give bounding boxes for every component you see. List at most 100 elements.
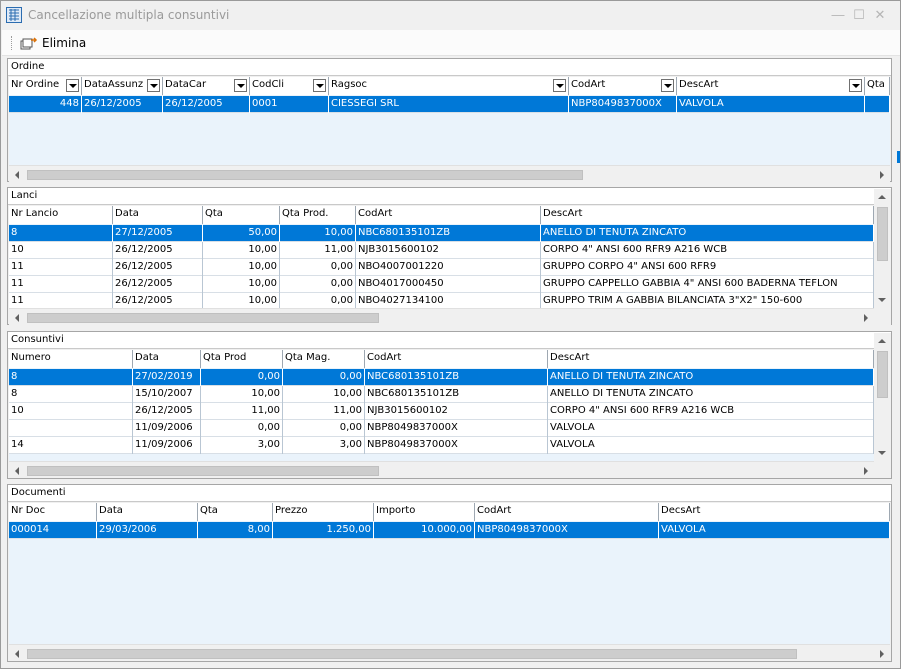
scroll-thumb[interactable] <box>27 466 379 476</box>
table-row[interactable]: 8 27/02/2019 0,00 0,00 NBC680135101ZB AN… <box>9 369 874 386</box>
col-header-descart[interactable]: DescArt <box>548 350 874 368</box>
filter-dropdown-icon[interactable] <box>553 79 566 92</box>
col-header-descart[interactable]: DescArt <box>541 206 874 224</box>
filter-dropdown-icon[interactable] <box>147 79 160 92</box>
table-row[interactable]: 8 15/10/2007 10,00 10,00 NBC680135101ZB … <box>9 386 874 403</box>
documenti-hscrollbar[interactable] <box>9 644 890 661</box>
cell-data: 27/02/2019 <box>133 369 201 386</box>
col-header-datacar[interactable]: DataCar <box>163 77 250 95</box>
close-icon[interactable]: ✕ <box>869 5 891 25</box>
maximize-icon[interactable]: ☐ <box>848 5 870 25</box>
filter-dropdown-icon[interactable] <box>234 79 247 92</box>
col-header-qta[interactable]: Qta <box>198 503 273 521</box>
table-row[interactable]: 10 26/12/2005 11,00 11,00 NJB3015600102 … <box>9 403 874 420</box>
table-row[interactable]: 11 26/12/2005 10,00 0,00 NBO4007001220 G… <box>9 259 874 276</box>
col-header-prezzo[interactable]: Prezzo <box>273 503 374 521</box>
col-header-data[interactable]: Data <box>113 206 203 224</box>
window-title: Cancellazione multipla consuntivi <box>28 8 230 22</box>
scroll-right-icon[interactable] <box>873 645 890 662</box>
scroll-down-icon[interactable] <box>874 291 891 308</box>
col-header-codcli[interactable]: CodCli <box>250 77 329 95</box>
ordine-hscrollbar[interactable] <box>9 165 890 182</box>
consuntivi-hscrollbar[interactable] <box>9 461 874 478</box>
scroll-thumb[interactable] <box>877 351 888 398</box>
col-header-qta-mag[interactable]: Qta Mag. <box>283 350 365 368</box>
table-row[interactable]: 10 26/12/2005 10,00 11,00 NJB3015600102 … <box>9 242 874 259</box>
col-header-codart[interactable]: CodArt <box>569 77 677 95</box>
col-header-nr-ordine[interactable]: Nr Ordine <box>9 77 82 95</box>
cell-nr-lancio: 10 <box>9 242 113 259</box>
col-header-codart[interactable]: CodArt <box>475 503 659 521</box>
col-header-nr-doc[interactable]: Nr Doc <box>9 503 97 521</box>
table-row[interactable]: 14 11/09/2006 3,00 3,00 NBP8049837000X V… <box>9 437 874 454</box>
lanci-header: Nr Lancio Data Qta Qta Prod. CodArt Desc… <box>9 206 874 224</box>
scroll-thumb[interactable] <box>877 207 888 261</box>
cell-qta-mag: 3,00 <box>283 437 365 454</box>
scroll-right-icon[interactable] <box>857 309 874 326</box>
table-row[interactable]: 11/09/2006 0,00 0,00 NBP8049837000X VALV… <box>9 420 874 437</box>
scroll-up-icon[interactable] <box>874 333 891 350</box>
col-header-codart[interactable]: CodArt <box>356 206 541 224</box>
cell-data: 26/12/2005 <box>113 242 203 259</box>
scroll-right-icon[interactable] <box>857 462 874 479</box>
table-row[interactable]: 11 26/12/2005 10,00 0,00 NBO4027134100 G… <box>9 293 874 308</box>
scroll-left-icon[interactable] <box>9 166 26 183</box>
table-row[interactable]: 8 27/12/2005 50,00 10,00 NBC680135101ZB … <box>9 225 874 242</box>
col-header-qta-prod[interactable]: Qta Prod <box>201 350 283 368</box>
scroll-left-icon[interactable] <box>9 462 26 479</box>
lanci-vscrollbar[interactable] <box>874 189 891 308</box>
lanci-title: Lanci <box>8 188 891 205</box>
col-header-qta[interactable]: Qta <box>865 77 890 95</box>
scroll-down-icon[interactable] <box>874 444 891 461</box>
lanci-hscrollbar[interactable] <box>9 308 874 325</box>
cell-codart: NBC680135101ZB <box>356 225 541 242</box>
col-header-decsart[interactable]: DecsArt <box>659 503 890 521</box>
cell-data: 26/12/2005 <box>113 293 203 308</box>
scroll-right-icon[interactable] <box>873 166 890 183</box>
col-header-qta-prod[interactable]: Qta Prod. <box>280 206 356 224</box>
toolbar-grip[interactable] <box>11 36 13 50</box>
scroll-thumb[interactable] <box>27 649 797 659</box>
consuntivi-grid[interactable]: Numero Data Qta Prod Qta Mag. CodArt Des… <box>9 350 874 461</box>
cell-codart: NBC680135101ZB <box>365 369 548 386</box>
lanci-grid[interactable]: Nr Lancio Data Qta Qta Prod. CodArt Desc… <box>9 206 874 308</box>
cell-data: 11/09/2006 <box>133 437 201 454</box>
cell-qta-prod: 0,00 <box>280 293 356 308</box>
ordine-header: Nr Ordine DataAssunz DataCar CodCli Rags… <box>9 77 890 95</box>
filter-dropdown-icon[interactable] <box>849 79 862 92</box>
cell-data: 26/12/2005 <box>113 276 203 293</box>
scroll-thumb[interactable] <box>27 313 379 323</box>
cell-numero: 8 <box>9 386 133 403</box>
cell-importo: 10.000,00 <box>374 522 475 539</box>
elimina-label: Elimina <box>42 36 87 50</box>
col-header-data[interactable]: Data <box>97 503 198 521</box>
col-header-importo[interactable]: Importo <box>374 503 475 521</box>
col-header-ragsoc[interactable]: Ragsoc <box>329 77 569 95</box>
scroll-thumb[interactable] <box>27 170 583 180</box>
filter-dropdown-icon[interactable] <box>66 79 79 92</box>
col-header-dataassunz[interactable]: DataAssunz <box>82 77 163 95</box>
table-row[interactable]: 448 26/12/2005 26/12/2005 0001 CIESSEGI … <box>9 96 890 113</box>
scroll-left-icon[interactable] <box>9 309 26 326</box>
filter-dropdown-icon[interactable] <box>661 79 674 92</box>
table-row[interactable]: 11 26/12/2005 10,00 0,00 NBO4017000450 G… <box>9 276 874 293</box>
cell-datacar: 26/12/2005 <box>163 96 250 113</box>
table-row[interactable]: 000014 29/03/2006 8,00 1.250,00 10.000,0… <box>9 522 890 539</box>
col-header-qta[interactable]: Qta <box>203 206 280 224</box>
documenti-grid[interactable]: Nr Doc Data Qta Prezzo Importo CodArt De… <box>9 503 890 644</box>
col-header-nr-lancio[interactable]: Nr Lancio <box>9 206 113 224</box>
col-header-codart[interactable]: CodArt <box>365 350 548 368</box>
scroll-up-icon[interactable] <box>874 189 891 206</box>
minimize-icon[interactable]: — <box>827 5 849 25</box>
cell-qta: 8,00 <box>198 522 273 539</box>
consuntivi-vscrollbar[interactable] <box>874 333 891 461</box>
col-header-descart[interactable]: DescArt <box>677 77 865 95</box>
ordine-grid[interactable]: Nr Ordine DataAssunz DataCar CodCli Rags… <box>9 77 890 166</box>
scroll-left-icon[interactable] <box>9 645 26 662</box>
col-header-numero[interactable]: Numero <box>9 350 133 368</box>
lanci-panel: Lanci Nr Lancio Data Qta Qta Prod. CodAr… <box>7 187 892 325</box>
col-header-data[interactable]: Data <box>133 350 201 368</box>
cell-codart: NBC680135101ZB <box>365 386 548 403</box>
elimina-button[interactable]: Elimina <box>17 33 89 53</box>
filter-dropdown-icon[interactable] <box>313 79 326 92</box>
